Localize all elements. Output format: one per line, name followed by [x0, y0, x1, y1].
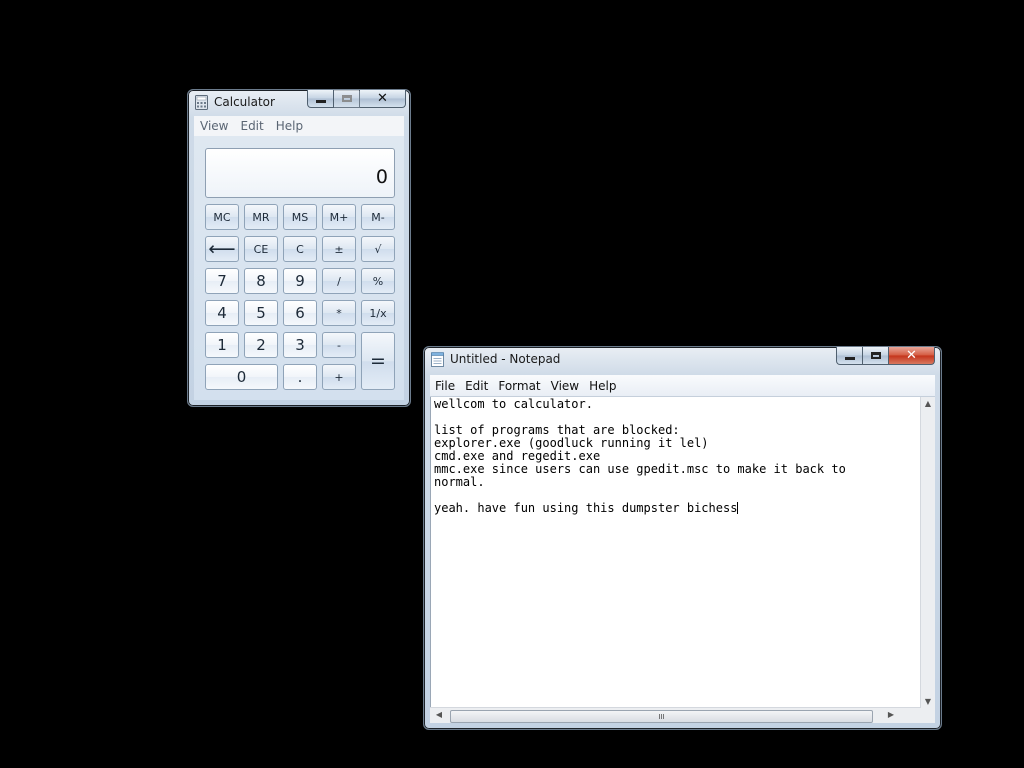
key-reciprocal[interactable]: 1/x [361, 300, 395, 326]
key-percent[interactable]: % [361, 268, 395, 294]
menu-view[interactable]: View [546, 379, 584, 393]
horizontal-scroll-thumb[interactable]: III [450, 710, 873, 723]
key-6[interactable]: 6 [283, 300, 317, 326]
close-button[interactable]: ✕ [889, 347, 935, 365]
notepad-menubar: File Edit Format View Help [430, 375, 935, 397]
key-backspace[interactable]: ⟵ [205, 236, 239, 262]
calculator-title: Calculator [214, 95, 275, 109]
key-3[interactable]: 3 [283, 332, 317, 358]
vertical-scrollbar[interactable]: ▲ ▼ [920, 397, 935, 708]
key-4[interactable]: 4 [205, 300, 239, 326]
calculator-display: 0 [205, 148, 395, 198]
key-mr[interactable]: MR [244, 204, 278, 230]
key-subtract[interactable]: - [322, 332, 356, 358]
scroll-up-arrow-icon[interactable]: ▲ [922, 399, 934, 408]
calculator-menubar: View Edit Help [194, 116, 404, 136]
minimize-icon [844, 356, 855, 360]
maximize-button[interactable] [334, 90, 360, 108]
key-c[interactable]: C [283, 236, 317, 262]
scroll-thumb-grip-icon: III [658, 712, 665, 721]
minimize-button[interactable] [307, 90, 334, 108]
key-1[interactable]: 1 [205, 332, 239, 358]
key-2[interactable]: 2 [244, 332, 278, 358]
size-grip[interactable] [921, 708, 935, 723]
menu-edit[interactable]: Edit [234, 119, 269, 133]
maximize-icon [341, 95, 352, 102]
close-icon: ✕ [906, 348, 917, 363]
key-9[interactable]: 9 [283, 268, 317, 294]
notepad-window: Untitled - Notepad ✕ File Edit Format Vi… [423, 346, 942, 730]
maximize-button[interactable] [863, 347, 889, 365]
close-icon: ✕ [377, 91, 388, 106]
maximize-icon [870, 352, 881, 359]
display-value: 0 [375, 166, 388, 188]
key-add[interactable]: + [322, 364, 356, 390]
notepad-text: wellcom to calculator. list of programs … [434, 397, 846, 515]
menu-help[interactable]: Help [584, 379, 621, 393]
calculator-icon [195, 95, 208, 110]
key-7[interactable]: 7 [205, 268, 239, 294]
calculator-body: 0 MC MR MS M+ M- ⟵ CE C ± √ 7 8 9 / % 4 … [194, 136, 404, 400]
key-5[interactable]: 5 [244, 300, 278, 326]
menu-format[interactable]: Format [493, 379, 545, 393]
notepad-title: Untitled - Notepad [450, 352, 561, 366]
key-ms[interactable]: MS [283, 204, 317, 230]
scroll-right-arrow-icon[interactable]: ▶ [885, 710, 897, 719]
key-sqrt[interactable]: √ [361, 236, 395, 262]
calculator-window: Calculator ✕ View Edit Help 0 MC MR MS M… [187, 89, 411, 407]
menu-file[interactable]: File [430, 379, 460, 393]
key-m-plus[interactable]: M+ [322, 204, 356, 230]
minimize-button[interactable] [836, 347, 863, 365]
key-ce[interactable]: CE [244, 236, 278, 262]
scroll-down-arrow-icon[interactable]: ▼ [922, 697, 934, 706]
horizontal-scrollbar[interactable]: ◀ III ▶ [430, 707, 921, 723]
key-divide[interactable]: / [322, 268, 356, 294]
key-equals[interactable]: = [361, 332, 395, 390]
calculator-titlebar[interactable]: Calculator ✕ [188, 90, 410, 114]
notepad-titlebar[interactable]: Untitled - Notepad ✕ [424, 347, 941, 371]
key-0[interactable]: 0 [205, 364, 278, 390]
key-mc[interactable]: MC [205, 204, 239, 230]
key-plus-minus[interactable]: ± [322, 236, 356, 262]
key-8[interactable]: 8 [244, 268, 278, 294]
menu-view[interactable]: View [194, 119, 234, 133]
key-decimal[interactable]: . [283, 364, 317, 390]
key-m-minus[interactable]: M- [361, 204, 395, 230]
close-button[interactable]: ✕ [360, 90, 406, 108]
key-multiply[interactable]: * [322, 300, 356, 326]
notepad-icon [431, 352, 444, 367]
menu-edit[interactable]: Edit [460, 379, 493, 393]
text-caret [737, 502, 739, 514]
minimize-icon [315, 99, 326, 103]
notepad-text-area[interactable]: wellcom to calculator. list of programs … [430, 397, 921, 708]
menu-help[interactable]: Help [270, 119, 309, 133]
scroll-left-arrow-icon[interactable]: ◀ [433, 710, 445, 719]
